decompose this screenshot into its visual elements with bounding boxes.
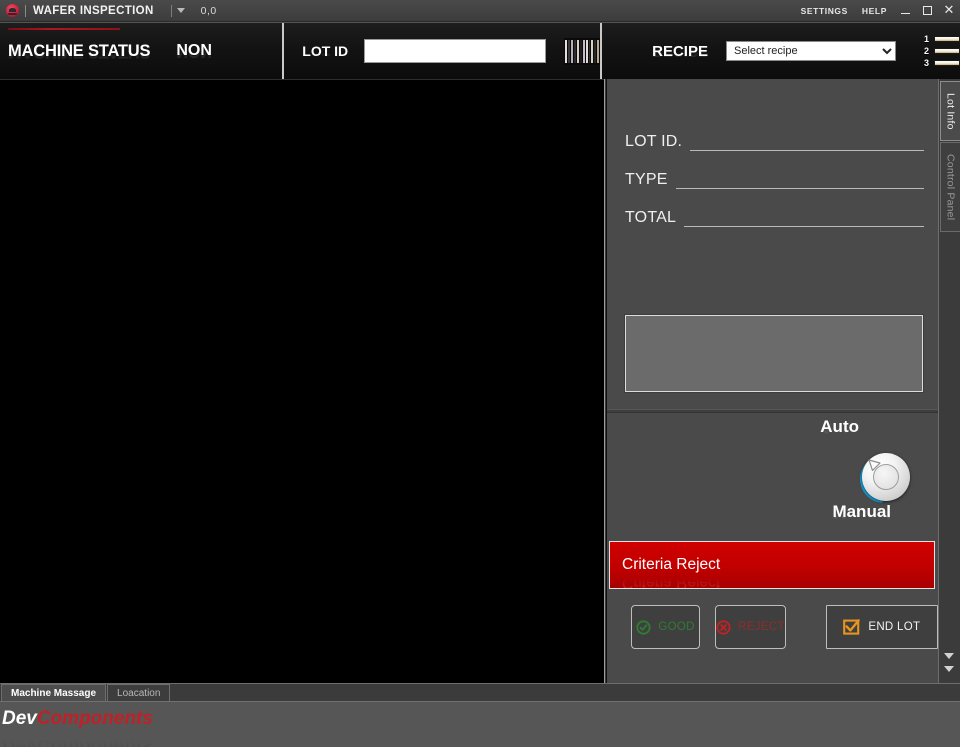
auto-label-wrap: Auto Auto — [820, 417, 859, 437]
app-logo-icon — [6, 4, 19, 17]
checkbox-checked-icon — [843, 619, 861, 635]
lot-info-panel: LOT ID. TYPE TOTAL Auto Auto Manual Manu… — [606, 79, 938, 683]
type-field-value[interactable] — [675, 170, 924, 189]
mode-selector-section: Auto Auto Manual Manual — [607, 413, 938, 535]
header-bar: MACHINE STATUS MACHINE STATUS NON NON LO… — [0, 22, 960, 79]
list-bar — [933, 48, 960, 54]
brand-logo: DevComponents — [2, 708, 153, 730]
lot-id-label-wrap: LOT ID LOT ID — [292, 43, 348, 59]
machine-status-label-wrap: MACHINE STATUS MACHINE STATUS — [8, 41, 151, 61]
side-tab-control-panel[interactable]: Control Panel — [940, 142, 960, 232]
recipe-select[interactable]: Select recipe — [725, 41, 896, 61]
knob-center — [873, 464, 899, 490]
lot-info-fields-section: LOT ID. TYPE TOTAL — [607, 79, 938, 409]
settings-button[interactable]: SETTINGS — [794, 6, 855, 16]
list-bar — [933, 60, 960, 66]
machine-status-section: MACHINE STATUS MACHINE STATUS NON NON — [0, 23, 283, 79]
type-field-row: TYPE — [625, 170, 924, 189]
brand-logo-part2-reflection: Components — [36, 735, 153, 747]
list-bar — [933, 36, 960, 42]
total-field-label: TOTAL — [625, 209, 677, 226]
side-tab-lot-info[interactable]: Lot Info — [940, 81, 960, 141]
maximize-icon — [922, 6, 932, 15]
brand-logo-reflection: DevComponents — [2, 734, 153, 747]
type-field-label: TYPE — [625, 171, 668, 188]
recipe-label-wrap: RECIPE RECIPE — [610, 43, 708, 60]
mode-knob[interactable] — [854, 445, 918, 509]
brand-logo-part1: Dev — [2, 708, 37, 729]
numbered-list-row-1: 1 — [923, 33, 960, 44]
machine-status-value: NON — [176, 42, 212, 59]
lot-id-section: LOT ID LOT ID — [284, 23, 601, 79]
total-field-value[interactable] — [684, 208, 924, 227]
bottom-panel: Machine Massage Loacation DevComponents … — [0, 683, 960, 747]
title-divider — [25, 4, 26, 17]
minimize-icon — [900, 12, 910, 15]
end-lot-button[interactable]: END LOT — [825, 605, 938, 649]
reject-button-label: REJECT — [738, 621, 785, 633]
machine-status-label: MACHINE STATUS — [8, 41, 151, 60]
lot-id-field-label: LOT ID. — [625, 133, 683, 150]
total-field-row: TOTAL — [625, 208, 924, 227]
numbered-list-icon[interactable]: 1 2 3 — [923, 33, 960, 68]
bottom-tab-strip: Machine Massage Loacation — [0, 684, 960, 701]
lot-id-field-value[interactable] — [690, 132, 924, 151]
chevron-down-icon[interactable] — [944, 653, 954, 659]
manual-label: Manual — [832, 502, 891, 521]
app-title: WAFER INSPECTION — [33, 4, 154, 17]
maximize-button[interactable] — [916, 0, 938, 22]
list-number: 3 — [923, 57, 929, 68]
brand-logo-part2: Components — [36, 708, 153, 729]
recipe-section: RECIPE RECIPE Select recipe 1 2 3 — [602, 23, 960, 79]
status-banner-reflection: Criteria Reject — [622, 574, 721, 589]
lot-id-field-row: LOT ID. — [625, 132, 924, 151]
numbered-list-row-2: 2 — [923, 45, 960, 56]
minimize-button[interactable] — [894, 0, 916, 22]
bottom-tab-content: DevComponents DevComponents — [0, 701, 960, 747]
recipe-label: RECIPE — [652, 42, 708, 60]
title-divider-2 — [170, 4, 172, 17]
side-tab-strip: Lot Info Control Panel — [938, 79, 960, 683]
end-lot-button-label: END LOT — [868, 621, 921, 633]
scroll-down-controls[interactable] — [942, 653, 956, 679]
list-number: 2 — [923, 45, 929, 56]
brand-logo-part1-reflection: Dev — [2, 735, 37, 747]
title-bar: WAFER INSPECTION 0,0 SETTINGS HELP ✕ — [0, 0, 960, 22]
inspection-viewport[interactable] — [0, 79, 605, 683]
chevron-down-icon-2[interactable] — [944, 666, 954, 672]
manual-label-wrap: Manual Manual — [832, 502, 891, 522]
chevron-down-icon[interactable] — [176, 8, 185, 13]
accent-line — [8, 28, 120, 30]
viewport-top-border — [0, 79, 604, 80]
knob-body — [862, 453, 910, 501]
close-icon: ✕ — [943, 3, 955, 18]
application-window: WAFER INSPECTION 0,0 SETTINGS HELP ✕ MAC… — [0, 0, 960, 747]
auto-label: Auto — [820, 417, 859, 436]
status-banner: Criteria Reject Criteria Reject — [609, 541, 935, 589]
numbered-list-row-3: 3 — [923, 57, 960, 68]
help-button[interactable]: HELP — [855, 6, 894, 16]
action-buttons: GOOD REJECT END LOT — [607, 589, 938, 649]
title-value: 0,0 — [200, 4, 217, 17]
good-button[interactable]: GOOD — [631, 605, 701, 649]
lot-display-box[interactable] — [625, 315, 923, 392]
x-circle-icon — [716, 619, 731, 635]
tab-loacation[interactable]: Loacation — [107, 684, 171, 701]
lot-id-label: LOT ID — [302, 43, 349, 59]
machine-status-value-wrap: NON NON — [150, 42, 212, 60]
good-button-label: GOOD — [658, 621, 695, 633]
barcode-icon[interactable] — [564, 37, 601, 65]
reject-button[interactable]: REJECT — [715, 605, 786, 649]
lot-id-input[interactable] — [364, 39, 547, 63]
list-number: 1 — [923, 33, 929, 44]
tab-machine-massage[interactable]: Machine Massage — [1, 684, 107, 701]
status-banner-text: Criteria Reject — [622, 556, 721, 573]
title-bar-right: SETTINGS HELP ✕ — [794, 0, 960, 22]
check-circle-icon — [636, 619, 651, 635]
close-button[interactable]: ✕ — [938, 0, 960, 22]
